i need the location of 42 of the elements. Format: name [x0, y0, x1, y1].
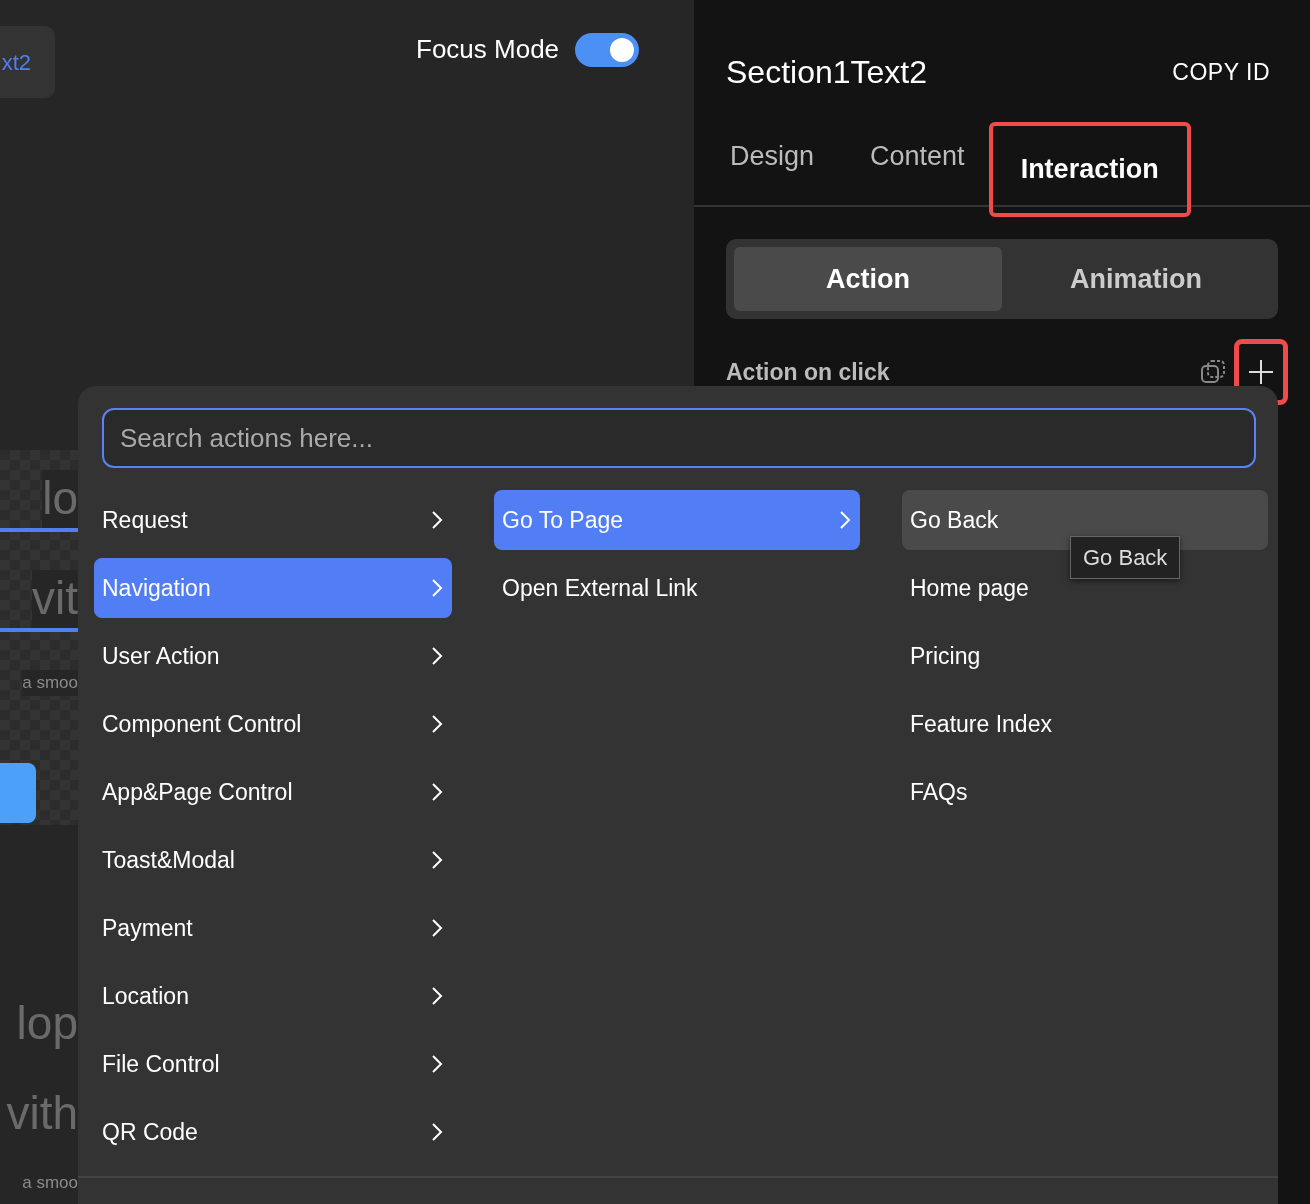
menu-item[interactable]: Request — [94, 490, 452, 550]
menu-item[interactable]: Location — [94, 966, 452, 1026]
menu-item[interactable]: FAQs — [902, 762, 1268, 822]
focus-mode-toggle[interactable] — [575, 32, 640, 67]
menu-item[interactable]: Go Back — [902, 490, 1268, 550]
caption-text: a smoo — [22, 670, 78, 696]
tab[interactable]: Interaction — [988, 122, 1191, 217]
menu-item[interactable]: User Action — [94, 626, 452, 686]
focus-mode-label: Focus Mode — [416, 33, 560, 66]
menu-item[interactable]: Open External Link — [494, 558, 860, 618]
heading-text: lo — [42, 470, 78, 528]
chevron-right-icon — [430, 849, 444, 871]
chevron-right-icon — [430, 645, 444, 667]
section-label: Action on click — [726, 357, 890, 387]
menu-item[interactable]: Go To Page — [494, 490, 860, 550]
search-field[interactable]: Search actions here... — [102, 408, 1256, 468]
chevron-right-icon — [430, 713, 444, 735]
menu-item[interactable]: QR Code — [94, 1102, 452, 1162]
menu-item[interactable]: Pricing — [902, 626, 1268, 686]
copy-id-button[interactable]: COPY ID — [1172, 54, 1270, 90]
chevron-right-icon — [430, 1121, 444, 1143]
menu-item[interactable]: File Control — [94, 1034, 452, 1094]
heading-text: vit — [32, 570, 78, 628]
menu-item[interactable]: Navigation — [94, 558, 452, 618]
chevron-right-icon — [430, 917, 444, 939]
chevron-right-icon — [430, 577, 444, 599]
menu-item[interactable]: Payment — [94, 898, 452, 958]
segment-tab[interactable]: Animation — [1002, 247, 1270, 311]
chevron-right-icon — [430, 985, 444, 1007]
chevron-right-icon — [430, 509, 444, 531]
panel-title: Section1Text2 — [726, 53, 927, 92]
menu-item[interactable]: App&Page Control — [94, 762, 452, 822]
chevron-right-icon — [430, 781, 444, 803]
segment-tab[interactable]: Action — [734, 247, 1002, 311]
menu-item[interactable]: Component Control — [94, 694, 452, 754]
chevron-right-icon — [838, 509, 852, 531]
plus-icon — [1248, 359, 1274, 385]
chevron-right-icon — [430, 1053, 444, 1075]
menu-item[interactable]: Feature Index — [902, 694, 1268, 754]
tooltip: Go Back — [1070, 536, 1181, 579]
menu-item[interactable]: Toast&Modal — [94, 830, 452, 890]
copy-icon[interactable] — [1200, 359, 1226, 385]
